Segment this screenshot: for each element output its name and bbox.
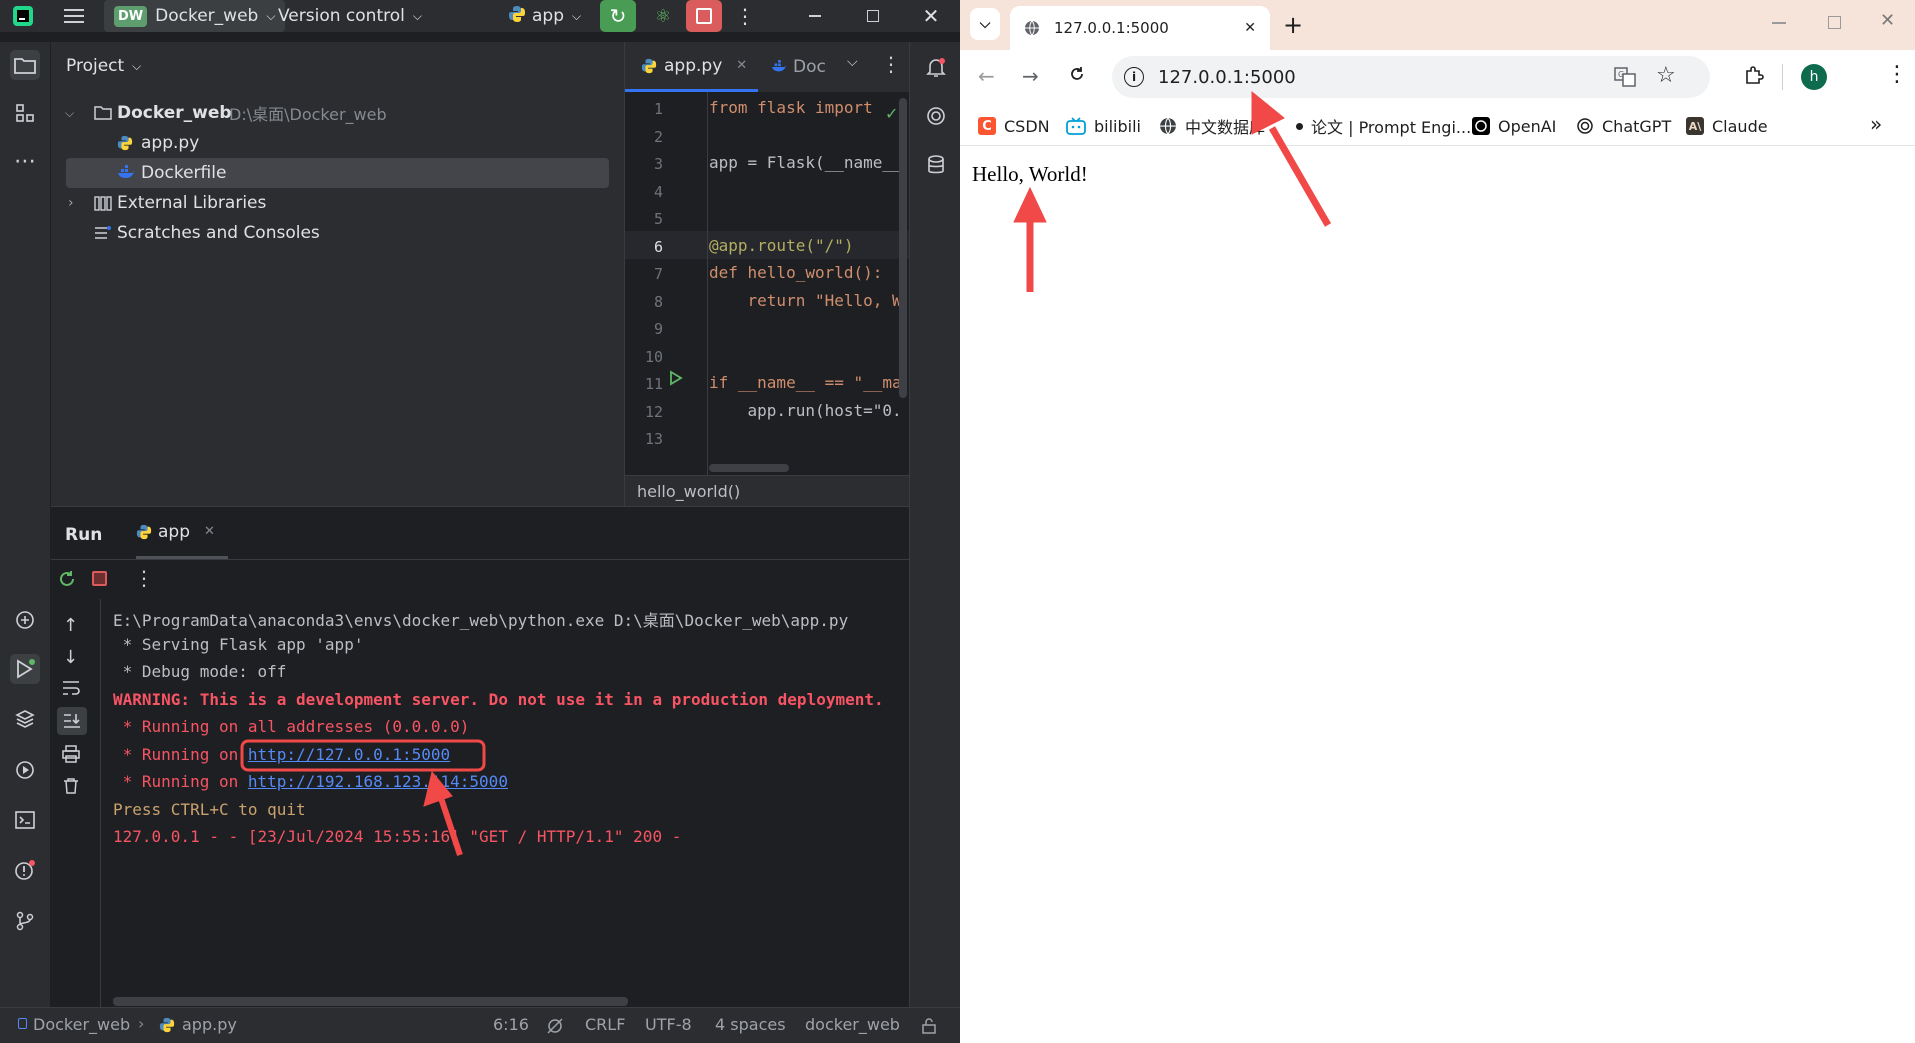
annotation-arrowhead-url: [1251, 90, 1285, 135]
annotation-arrowhead-console: [423, 770, 453, 807]
highlight-box: [240, 739, 486, 772]
annotation-arrow-console: [437, 794, 463, 856]
annotation-arrowhead-page: [1013, 186, 1047, 223]
annotation-overlay: [240, 90, 1332, 856]
annotation-arrow-url: [1268, 126, 1332, 227]
